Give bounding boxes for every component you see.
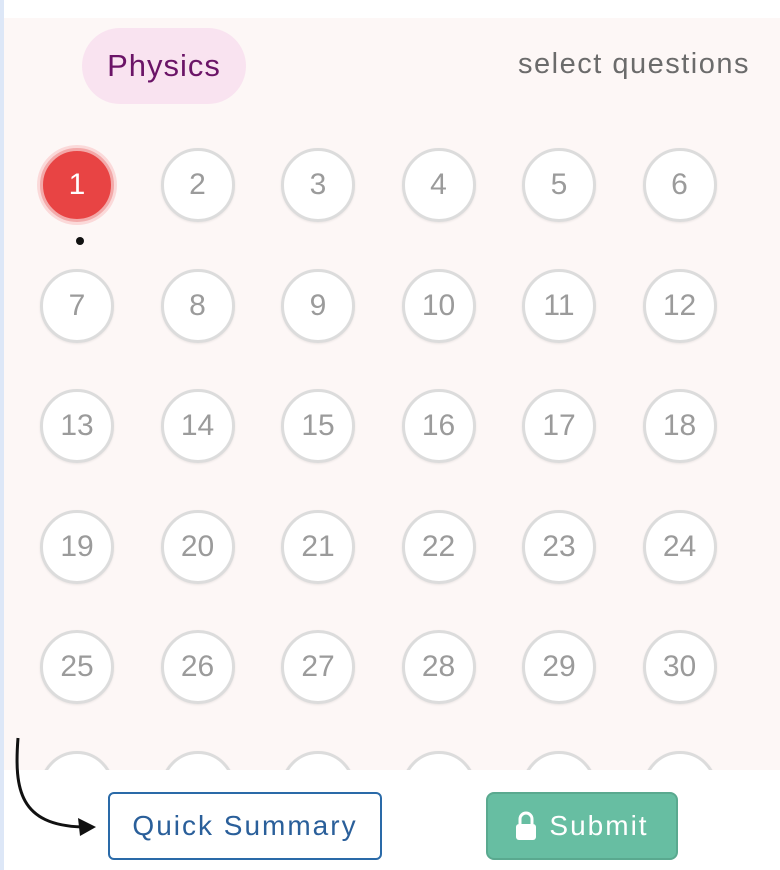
question-28-button[interactable]: 28: [401, 630, 476, 704]
question-21-button[interactable]: 21: [281, 509, 355, 584]
question-11-button[interactable]: 11: [522, 268, 596, 343]
submit-label: Submit: [549, 810, 649, 841]
question-button-partial[interactable]: [522, 750, 596, 770]
question-26-button[interactable]: 26: [160, 630, 235, 704]
question-14-button[interactable]: 14: [160, 389, 235, 463]
question-button-partial[interactable]: [281, 750, 355, 770]
question-button-partial[interactable]: [160, 750, 235, 770]
question-6-button[interactable]: 6: [642, 148, 717, 222]
question-20-button[interactable]: 20: [160, 509, 235, 584]
question-5-button[interactable]: 5: [522, 148, 596, 222]
question-16-button[interactable]: 16: [401, 389, 476, 463]
question-12-button[interactable]: 12: [642, 268, 717, 343]
question-25-button[interactable]: 25: [40, 630, 114, 704]
question-18-button[interactable]: 18: [642, 389, 717, 463]
question-button-partial[interactable]: [401, 750, 476, 770]
question-4-button[interactable]: 4: [401, 148, 476, 222]
question-8-button[interactable]: 8: [160, 268, 235, 343]
question-23-button[interactable]: 23: [522, 509, 596, 584]
question-17-button[interactable]: 17: [522, 389, 596, 463]
question-29-button[interactable]: 29: [522, 630, 596, 704]
select-questions-label: select questions: [518, 48, 750, 80]
quick-summary-button[interactable]: Quick Summary: [108, 792, 382, 860]
question-22-button[interactable]: 22: [401, 509, 476, 584]
question-1-button[interactable]: 1: [40, 148, 114, 222]
current-question-indicator: [76, 237, 84, 245]
question-palette-panel: Physics select questions 1 2 3 4 5 6 7 8 9 10 11 12…: [4, 18, 780, 770]
question-10-button[interactable]: 10: [401, 268, 476, 343]
question-30-button[interactable]: 30: [642, 630, 717, 704]
question-9-button[interactable]: 9: [281, 268, 355, 343]
question-2-button[interactable]: 2: [160, 148, 235, 222]
question-27-button[interactable]: 27: [281, 630, 355, 704]
question-19-button[interactable]: 19: [40, 509, 114, 584]
question-24-button[interactable]: 24: [642, 509, 717, 584]
submit-button[interactable]: Submit: [486, 792, 678, 860]
question-13-button[interactable]: 13: [40, 389, 114, 463]
question-3-button[interactable]: 3: [281, 148, 355, 222]
subject-tab-physics[interactable]: Physics: [82, 28, 246, 104]
annotation-arrow-icon: [15, 737, 96, 836]
question-button-partial[interactable]: [642, 750, 717, 770]
lock-icon: [516, 811, 537, 840]
question-7-button[interactable]: 7: [40, 268, 114, 343]
question-15-button[interactable]: 15: [281, 389, 355, 463]
